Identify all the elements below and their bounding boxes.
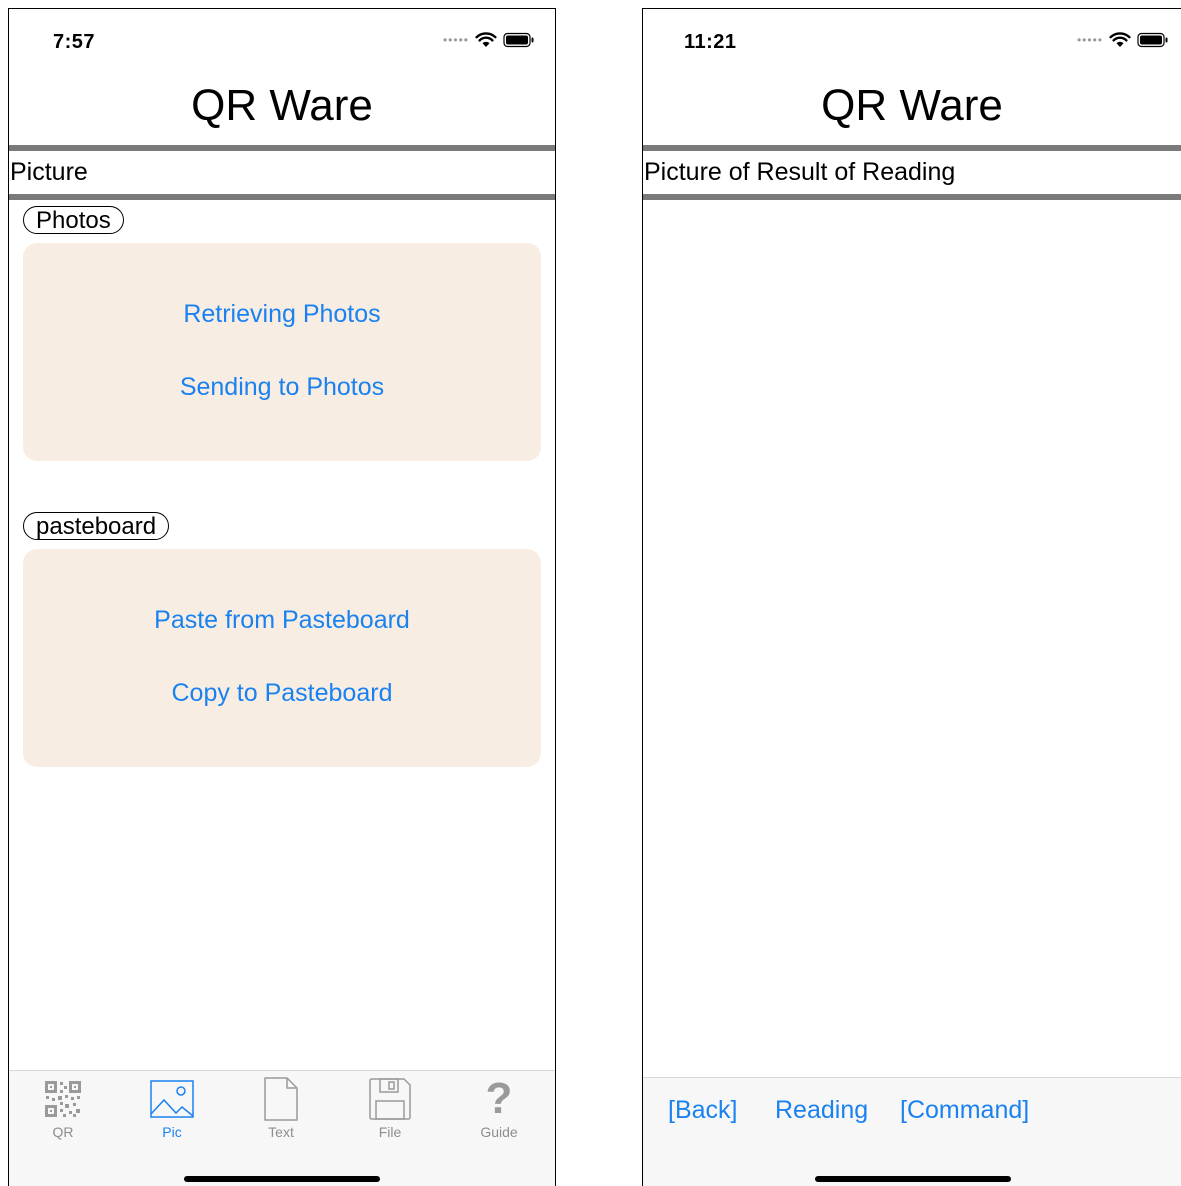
photos-panel: Retrieving Photos Sending to Photos	[23, 243, 541, 461]
tab-label: QR	[52, 1124, 74, 1140]
tab-file[interactable]: File	[350, 1077, 430, 1140]
section-header: Picture	[9, 145, 555, 200]
battery-icon	[503, 32, 534, 48]
picture-icon	[150, 1080, 194, 1118]
tab-label: Guide	[480, 1124, 518, 1140]
section-header: Picture of Result of Reading	[643, 145, 1181, 200]
bottom-toolbar: [Back] Reading [Command]	[643, 1077, 1181, 1186]
tab-qr[interactable]: QR	[23, 1077, 103, 1140]
floppy-disk-icon	[369, 1078, 411, 1120]
tab-pic[interactable]: Pic	[132, 1077, 212, 1140]
status-time: 7:57	[53, 31, 96, 53]
status-indicators: •••••	[443, 29, 535, 51]
reading-button[interactable]: Reading	[775, 1096, 868, 1125]
signal-icon: •••••	[1076, 33, 1103, 47]
picture-result-area	[643, 200, 1181, 1076]
command-button[interactable]: [Command]	[900, 1096, 1029, 1125]
right-screen: 11:21 ••••• QR Ware Picture of Result of…	[642, 8, 1181, 1186]
tab-label: File	[378, 1124, 402, 1140]
tab-bar: QR Pic Text File ? Guide	[9, 1070, 555, 1186]
left-screen: 7:57 ••••• QR Ware Picture Photos Retrie…	[8, 8, 556, 1186]
tab-text[interactable]: Text	[241, 1077, 321, 1140]
document-icon	[264, 1077, 298, 1121]
status-bar: 7:57 •••••	[9, 9, 555, 71]
pasteboard-group-label: pasteboard	[23, 512, 170, 540]
tab-guide[interactable]: ? Guide	[459, 1074, 539, 1141]
status-indicators: •••••	[1077, 29, 1169, 51]
wifi-icon	[475, 32, 497, 47]
qr-code-icon	[45, 1081, 81, 1117]
home-indicator[interactable]	[184, 1176, 380, 1182]
back-button[interactable]: [Back]	[668, 1096, 737, 1125]
photos-group-label: Photos	[23, 206, 124, 234]
question-mark-icon: ?	[485, 1074, 513, 1123]
status-bar: 11:21 •••••	[643, 9, 1181, 71]
tab-label: Text	[268, 1124, 294, 1140]
battery-icon	[1137, 32, 1168, 48]
retrieve-photos-button[interactable]: Retrieving Photos	[23, 300, 541, 329]
copy-to-pasteboard-button[interactable]: Copy to Pasteboard	[23, 679, 541, 708]
paste-from-pasteboard-button[interactable]: Paste from Pasteboard	[23, 606, 541, 635]
home-indicator[interactable]	[815, 1176, 1011, 1182]
signal-icon: •••••	[442, 33, 469, 47]
send-to-photos-button[interactable]: Sending to Photos	[23, 373, 541, 402]
status-time: 11:21	[684, 31, 737, 53]
section-title: Picture of Result of Reading	[644, 158, 956, 186]
pasteboard-panel: Paste from Pasteboard Copy to Pasteboard	[23, 549, 541, 767]
app-title: QR Ware	[191, 81, 373, 130]
app-title: QR Ware	[821, 81, 1003, 130]
section-title: Picture	[10, 158, 88, 186]
wifi-icon	[1109, 32, 1131, 47]
tab-label: Pic	[162, 1124, 182, 1140]
